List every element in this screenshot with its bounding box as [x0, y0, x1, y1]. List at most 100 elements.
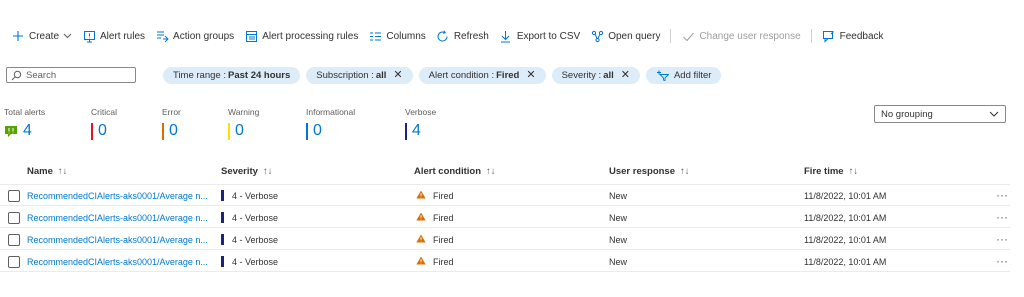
create-button[interactable]: Create — [6, 26, 77, 46]
alert-condition-filter[interactable]: Alert condition : Fired ✕ — [418, 66, 546, 84]
columns-button[interactable]: Columns — [363, 26, 430, 46]
user-response-cell: New — [609, 257, 628, 267]
warning-tile[interactable]: Warning 0 — [228, 107, 259, 141]
alert-rules-button[interactable]: Alert rules — [77, 26, 150, 46]
download-icon — [499, 29, 513, 43]
sort-icon[interactable]: ↑↓ — [680, 166, 690, 177]
verbose-label: Verbose — [405, 107, 437, 117]
table-row[interactable]: RecommendedCIAlerts-aks0001/Average n...… — [0, 253, 1010, 272]
close-icon[interactable]: ✕ — [393, 69, 402, 81]
checkmark-icon — [681, 29, 695, 43]
error-label: Error — [162, 107, 181, 117]
query-icon — [590, 29, 604, 43]
row-checkbox[interactable] — [8, 234, 20, 246]
alert-condition-cell: Fired — [416, 234, 454, 246]
processing-rules-icon — [244, 29, 258, 43]
severity-text: 4 - Verbose — [232, 191, 279, 201]
subscription-value: all — [375, 69, 387, 81]
row-checkbox[interactable] — [8, 212, 20, 224]
critical-tile[interactable]: Critical 0 — [91, 107, 117, 141]
warning-icon — [416, 190, 426, 201]
row-checkbox[interactable] — [8, 190, 20, 202]
alert-condition-cell: Fired — [416, 256, 454, 268]
alert-name-link[interactable]: RecommendedCIAlerts-aks0001/Average n... — [27, 235, 208, 245]
condition-text: Fired — [433, 191, 454, 201]
more-options-icon[interactable]: ··· — [996, 210, 1008, 224]
informational-count: 0 — [313, 122, 322, 139]
alert-name-link[interactable]: RecommendedCIAlerts-aks0001/Average n... — [27, 191, 208, 201]
refresh-icon — [436, 29, 450, 43]
close-icon[interactable]: ✕ — [526, 69, 535, 81]
search-input[interactable]: Search — [6, 67, 136, 83]
condition-text: Fired — [433, 257, 454, 267]
severity-cell: 4 - Verbose — [221, 190, 279, 202]
warning-icon — [416, 234, 426, 245]
total-alerts-count: 4 — [23, 122, 32, 139]
name-column-header[interactable]: Name ↑↓ — [27, 166, 67, 177]
warning-icon — [416, 256, 426, 267]
sort-icon[interactable]: ↑↓ — [849, 166, 859, 177]
search-placeholder: Search — [26, 69, 57, 81]
refresh-button[interactable]: Refresh — [431, 26, 494, 46]
alert-name-link[interactable]: RecommendedCIAlerts-aks0001/Average n... — [27, 213, 208, 223]
error-tile[interactable]: Error 0 — [162, 107, 181, 141]
critical-label: Critical — [91, 107, 117, 117]
name-header-label: Name — [27, 166, 53, 177]
add-filter-button[interactable]: Add filter — [645, 66, 722, 84]
sort-icon[interactable]: ↑↓ — [58, 166, 68, 177]
alert-name-link[interactable]: RecommendedCIAlerts-aks0001/Average n... — [27, 257, 208, 267]
open-query-button[interactable]: Open query — [585, 26, 665, 46]
feedback-button[interactable]: Feedback — [817, 26, 889, 46]
alert-condition-cell: Fired — [416, 212, 454, 224]
severity-filter[interactable]: Severity : all ✕ — [551, 66, 640, 84]
verbose-severity-bar — [221, 190, 224, 202]
plus-icon — [11, 29, 25, 43]
time-range-filter[interactable]: Time range : Past 24 hours — [163, 66, 301, 84]
close-icon[interactable]: ✕ — [621, 69, 630, 81]
alert-processing-rules-button[interactable]: Alert processing rules — [239, 26, 363, 46]
severity-value: all — [603, 69, 614, 81]
user-response-header-label: User response — [609, 166, 676, 177]
subscription-filter[interactable]: Subscription : all ✕ — [306, 66, 413, 84]
more-options-icon[interactable]: ··· — [996, 232, 1008, 246]
informational-tile[interactable]: Informational 0 — [306, 107, 355, 141]
severity-cell: 4 - Verbose — [221, 256, 279, 268]
command-bar: Create Alert rules Action groups Alert p… — [6, 26, 889, 46]
fire-time-column-header[interactable]: Fire time ↑↓ — [804, 166, 858, 177]
change-user-response-label: Change user response — [699, 30, 801, 42]
total-alerts-tile[interactable]: Total alerts 4 — [4, 107, 45, 141]
action-groups-label: Action groups — [173, 30, 235, 42]
sort-icon[interactable]: ↑↓ — [486, 166, 496, 177]
more-options-icon[interactable]: ··· — [996, 254, 1008, 268]
sort-icon[interactable]: ↑↓ — [263, 166, 273, 177]
alert-condition-label: Alert condition : — [428, 69, 495, 81]
verbose-tile[interactable]: Verbose 4 — [405, 107, 436, 141]
row-checkbox[interactable] — [8, 256, 20, 268]
warning-severity-bar — [228, 122, 230, 140]
more-options-icon[interactable]: ··· — [996, 188, 1008, 202]
time-range-label: Time range : — [173, 69, 226, 81]
grouping-dropdown[interactable]: No grouping — [874, 105, 1006, 123]
table-row[interactable]: RecommendedCIAlerts-aks0001/Average n...… — [0, 187, 1010, 206]
verbose-count: 4 — [412, 122, 421, 139]
fire-time-cell: 11/8/2022, 10:01 AM — [804, 235, 887, 245]
change-user-response-button[interactable]: Change user response — [676, 26, 805, 46]
severity-column-header[interactable]: Severity ↑↓ — [221, 166, 272, 177]
feedback-icon — [822, 29, 836, 43]
export-csv-button[interactable]: Export to CSV — [494, 26, 585, 46]
action-groups-button[interactable]: Action groups — [150, 26, 239, 46]
alert-condition-value: Fired — [496, 69, 520, 81]
alert-condition-cell: Fired — [416, 190, 454, 202]
informational-severity-bar — [306, 122, 308, 140]
user-response-column-header[interactable]: User response ↑↓ — [609, 166, 690, 177]
table-row[interactable]: RecommendedCIAlerts-aks0001/Average n...… — [0, 209, 1010, 228]
refresh-label: Refresh — [453, 30, 489, 42]
alert-condition-column-header[interactable]: Alert condition ↑↓ — [414, 166, 496, 177]
time-range-value: Past 24 hours — [227, 69, 291, 81]
fire-time-cell: 11/8/2022, 10:01 AM — [804, 257, 887, 267]
header-divider — [0, 184, 1010, 185]
error-count: 0 — [169, 122, 178, 139]
severity-text: 4 - Verbose — [232, 257, 279, 267]
table-row[interactable]: RecommendedCIAlerts-aks0001/Average n...… — [0, 231, 1010, 250]
fire-time-cell: 11/8/2022, 10:01 AM — [804, 191, 887, 201]
